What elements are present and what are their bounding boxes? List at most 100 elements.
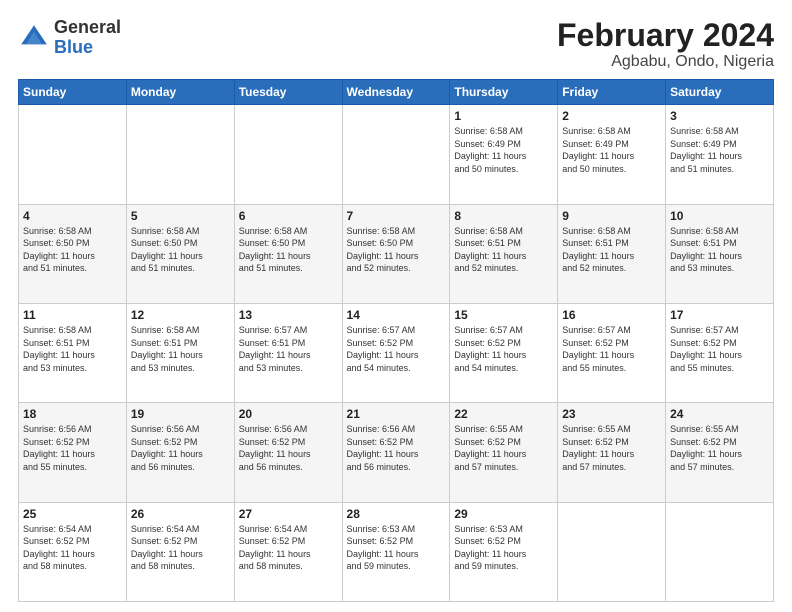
day-info: Sunrise: 6:58 AM Sunset: 6:50 PM Dayligh…: [347, 225, 446, 275]
calendar-cell: 5Sunrise: 6:58 AM Sunset: 6:50 PM Daylig…: [126, 204, 234, 303]
day-info: Sunrise: 6:58 AM Sunset: 6:49 PM Dayligh…: [562, 125, 661, 175]
day-number: 21: [347, 407, 446, 421]
day-number: 3: [670, 109, 769, 123]
calendar-week-2: 11 Sunrise: 6:58 AM Sunset: 6:51 PM Dayli…: [19, 303, 774, 402]
day-info: Sunrise: 6:58 AM Sunset: 6:51 PM Dayligh…: [131, 324, 230, 374]
day-number: 12: [131, 308, 230, 322]
day-info: Sunrise: 6:53 AM Sunset: 6:52 PM Dayligh…: [347, 523, 446, 573]
calendar-cell: [558, 502, 666, 601]
calendar-header-sunday: Sunday: [19, 80, 127, 105]
calendar-cell: 17 Sunrise: 6:57 AM Sunset: 6:52 PM Dayli…: [666, 303, 774, 402]
day-number: 25: [23, 507, 122, 521]
logo-text: General Blue: [54, 18, 121, 58]
calendar-cell: 20 Sunrise: 6:56 AM Sunset: 6:52 PM Dayli…: [234, 403, 342, 502]
day-info: Sunrise: 6:55 AM Sunset: 6:52 PM Dayligh…: [670, 423, 769, 473]
calendar-cell: 23 Sunrise: 6:55 AM Sunset: 6:52 PM Dayli…: [558, 403, 666, 502]
day-info: Sunrise: 6:58 AM Sunset: 6:49 PM Dayligh…: [670, 125, 769, 175]
day-number: 4: [23, 209, 122, 223]
day-number: 11: [23, 308, 122, 322]
calendar-cell: 29 Sunrise: 6:53 AM Sunset: 6:52 PM Dayli…: [450, 502, 558, 601]
day-number: 14: [347, 308, 446, 322]
day-info: Sunrise: 6:58 AM Sunset: 6:50 PM Dayligh…: [239, 225, 338, 275]
day-info: Sunrise: 6:57 AM Sunset: 6:52 PM Dayligh…: [454, 324, 553, 374]
day-info: Sunrise: 6:58 AM Sunset: 6:51 PM Dayligh…: [562, 225, 661, 275]
title-block: February 2024 Agbabu, Ondo, Nigeria: [557, 18, 774, 71]
day-number: 1: [454, 109, 553, 123]
calendar-header-wednesday: Wednesday: [342, 80, 450, 105]
calendar-header-tuesday: Tuesday: [234, 80, 342, 105]
day-number: 2: [562, 109, 661, 123]
calendar-cell: 16 Sunrise: 6:57 AM Sunset: 6:52 PM Dayli…: [558, 303, 666, 402]
calendar-cell: 11 Sunrise: 6:58 AM Sunset: 6:51 PM Dayli…: [19, 303, 127, 402]
day-info: Sunrise: 6:58 AM Sunset: 6:50 PM Dayligh…: [23, 225, 122, 275]
calendar-cell: 14 Sunrise: 6:57 AM Sunset: 6:52 PM Dayli…: [342, 303, 450, 402]
day-number: 16: [562, 308, 661, 322]
calendar-cell: 8 Sunrise: 6:58 AM Sunset: 6:51 PM Daylig…: [450, 204, 558, 303]
calendar-cell: [666, 502, 774, 601]
day-number: 26: [131, 507, 230, 521]
calendar-cell: 9 Sunrise: 6:58 AM Sunset: 6:51 PM Daylig…: [558, 204, 666, 303]
day-number: 20: [239, 407, 338, 421]
day-number: 22: [454, 407, 553, 421]
day-info: Sunrise: 6:57 AM Sunset: 6:52 PM Dayligh…: [670, 324, 769, 374]
day-info: Sunrise: 6:58 AM Sunset: 6:51 PM Dayligh…: [23, 324, 122, 374]
calendar-header-monday: Monday: [126, 80, 234, 105]
calendar-table: SundayMondayTuesdayWednesdayThursdayFrid…: [18, 79, 774, 602]
page: General Blue February 2024 Agbabu, Ondo,…: [0, 0, 792, 612]
day-info: Sunrise: 6:58 AM Sunset: 6:50 PM Dayligh…: [131, 225, 230, 275]
calendar-week-0: 1 Sunrise: 6:58 AM Sunset: 6:49 PM Daylig…: [19, 105, 774, 204]
calendar-cell: 6Sunrise: 6:58 AM Sunset: 6:50 PM Daylig…: [234, 204, 342, 303]
day-info: Sunrise: 6:56 AM Sunset: 6:52 PM Dayligh…: [23, 423, 122, 473]
day-info: Sunrise: 6:54 AM Sunset: 6:52 PM Dayligh…: [131, 523, 230, 573]
day-number: 9: [562, 209, 661, 223]
day-info: Sunrise: 6:58 AM Sunset: 6:49 PM Dayligh…: [454, 125, 553, 175]
day-number: 24: [670, 407, 769, 421]
day-info: Sunrise: 6:55 AM Sunset: 6:52 PM Dayligh…: [562, 423, 661, 473]
calendar-cell: 13Sunrise: 6:57 AM Sunset: 6:51 PM Dayli…: [234, 303, 342, 402]
calendar-cell: [19, 105, 127, 204]
day-number: 18: [23, 407, 122, 421]
day-info: Sunrise: 6:55 AM Sunset: 6:52 PM Dayligh…: [454, 423, 553, 473]
day-info: Sunrise: 6:56 AM Sunset: 6:52 PM Dayligh…: [131, 423, 230, 473]
month-title: February 2024: [557, 18, 774, 53]
calendar-cell: 28 Sunrise: 6:53 AM Sunset: 6:52 PM Dayli…: [342, 502, 450, 601]
calendar-cell: 19 Sunrise: 6:56 AM Sunset: 6:52 PM Dayli…: [126, 403, 234, 502]
day-number: 28: [347, 507, 446, 521]
day-number: 8: [454, 209, 553, 223]
calendar-cell: [234, 105, 342, 204]
calendar-cell: [342, 105, 450, 204]
day-info: Sunrise: 6:57 AM Sunset: 6:52 PM Dayligh…: [347, 324, 446, 374]
day-info: Sunrise: 6:57 AM Sunset: 6:51 PM Dayligh…: [239, 324, 338, 374]
calendar-cell: 15 Sunrise: 6:57 AM Sunset: 6:52 PM Dayli…: [450, 303, 558, 402]
day-number: 27: [239, 507, 338, 521]
calendar-cell: 1 Sunrise: 6:58 AM Sunset: 6:49 PM Daylig…: [450, 105, 558, 204]
day-info: Sunrise: 6:53 AM Sunset: 6:52 PM Dayligh…: [454, 523, 553, 573]
calendar-cell: 25Sunrise: 6:54 AM Sunset: 6:52 PM Dayli…: [19, 502, 127, 601]
calendar-cell: 22 Sunrise: 6:55 AM Sunset: 6:52 PM Dayli…: [450, 403, 558, 502]
calendar-cell: 24 Sunrise: 6:55 AM Sunset: 6:52 PM Dayli…: [666, 403, 774, 502]
day-info: Sunrise: 6:57 AM Sunset: 6:52 PM Dayligh…: [562, 324, 661, 374]
header: General Blue February 2024 Agbabu, Ondo,…: [18, 18, 774, 71]
calendar-cell: 4 Sunrise: 6:58 AM Sunset: 6:50 PM Daylig…: [19, 204, 127, 303]
day-info: Sunrise: 6:58 AM Sunset: 6:51 PM Dayligh…: [454, 225, 553, 275]
calendar-week-4: 25 Sunrise: 6:54 AM Sunset: 6:52 PM Dayli…: [19, 502, 774, 601]
calendar-week-1: 4 Sunrise: 6:58 AM Sunset: 6:50 PM Daylig…: [19, 204, 774, 303]
logo: General Blue: [18, 18, 121, 58]
day-number: 15: [454, 308, 553, 322]
day-number: 19: [131, 407, 230, 421]
day-number: 29: [454, 507, 553, 521]
calendar-cell: 12 Sunrise: 6:58 AM Sunset: 6:51 PM Dayli…: [126, 303, 234, 402]
calendar-cell: 10Sunrise: 6:58 AM Sunset: 6:51 PM Dayli…: [666, 204, 774, 303]
calendar-header-row: SundayMondayTuesdayWednesdayThursdayFrid…: [19, 80, 774, 105]
calendar-cell: 2 Sunrise: 6:58 AM Sunset: 6:49 PM Daylig…: [558, 105, 666, 204]
day-number: 17: [670, 308, 769, 322]
calendar-cell: 21Sunrise: 6:56 AM Sunset: 6:52 PM Dayli…: [342, 403, 450, 502]
calendar-header-saturday: Saturday: [666, 80, 774, 105]
calendar-header-thursday: Thursday: [450, 80, 558, 105]
day-info: Sunrise: 6:56 AM Sunset: 6:52 PM Dayligh…: [239, 423, 338, 473]
calendar-week-3: 18 Sunrise: 6:56 AM Sunset: 6:52 PM Dayli…: [19, 403, 774, 502]
logo-blue: Blue: [54, 37, 93, 57]
day-number: 23: [562, 407, 661, 421]
calendar-cell: 26 Sunrise: 6:54 AM Sunset: 6:52 PM Dayli…: [126, 502, 234, 601]
day-info: Sunrise: 6:54 AM Sunset: 6:52 PM Dayligh…: [239, 523, 338, 573]
